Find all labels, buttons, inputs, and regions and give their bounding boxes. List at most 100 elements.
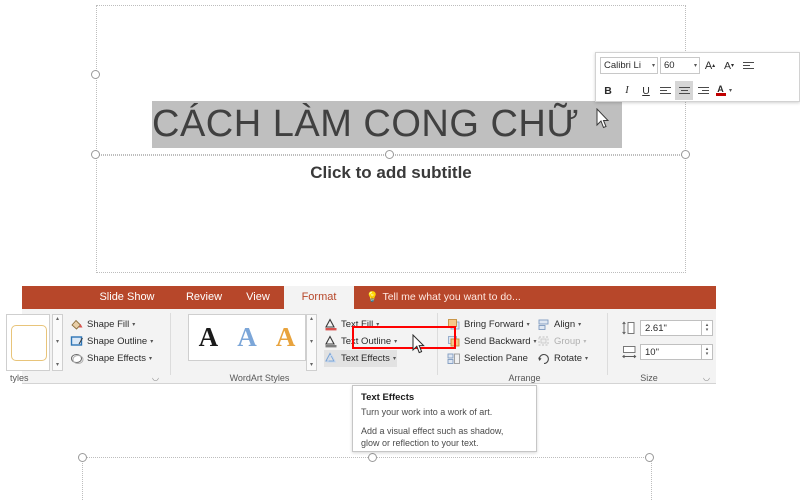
rotate-icon xyxy=(537,352,551,365)
cmd-bring-forward[interactable]: Bring Forward ▾ xyxy=(447,316,537,333)
tooltip-line-3: glow or reflection to your text. xyxy=(361,438,479,448)
shape-width-spinner[interactable]: ▴ ▾ xyxy=(702,343,713,360)
tab-format[interactable]: Format xyxy=(284,286,354,309)
font-name-combobox[interactable]: Calibri Li ▾ xyxy=(600,57,658,74)
lightbulb-icon: 💡 xyxy=(366,292,379,303)
floating-mini-toolbar[interactable]: Calibri Li ▾ 60 ▾ A ▴ A ▾ B I U A ▾ xyxy=(595,52,800,102)
chevron-down-icon[interactable]: ▾ xyxy=(652,63,655,69)
resize-handle-bottom-center[interactable] xyxy=(385,150,394,159)
resize-handle-middle-left[interactable] xyxy=(91,70,100,79)
next-placeholder-handle-right[interactable] xyxy=(645,453,654,462)
shrink-font-button[interactable]: A ▾ xyxy=(720,56,738,75)
slide-title-text[interactable]: CÁCH LÀM CONG CHỮ xyxy=(152,101,622,148)
cmd-label: Send Backward xyxy=(464,336,531,347)
font-color-swatch xyxy=(715,93,726,96)
cmd-label: Align xyxy=(554,319,576,330)
tooltip-line-1: Turn your work into a work of art. xyxy=(361,407,493,417)
wordart-preview-2[interactable]: A xyxy=(228,324,267,351)
group-label-arrange: Arrange xyxy=(508,373,541,383)
align-right-icon xyxy=(697,85,709,96)
chevron-down-icon[interactable]: ▾ xyxy=(527,321,530,328)
ribbon-tab-bar: Slide Show Review View Format 💡 Tell me w… xyxy=(22,286,716,309)
slide-subtitle-prompt[interactable]: Click to add subtitle xyxy=(96,163,686,183)
align-left-button[interactable] xyxy=(656,81,674,100)
shape-width-row: 10" ▴ ▾ xyxy=(622,342,713,361)
chevron-down-icon[interactable]: ▾ xyxy=(149,355,152,362)
font-size-combobox[interactable]: 60 ▾ xyxy=(660,57,700,74)
font-color-label: A xyxy=(717,84,724,94)
text-effects-icon xyxy=(324,352,338,365)
scroll-down-icon[interactable]: ▾ xyxy=(310,338,313,347)
cmd-label: Shape Outline xyxy=(87,336,148,347)
cmd-send-backward[interactable]: Send Backward ▾ xyxy=(447,333,537,350)
italic-button[interactable]: I xyxy=(618,81,636,100)
shape-styles-gallery[interactable] xyxy=(6,314,50,371)
cmd-shape-outline[interactable]: Shape Outline ▾ xyxy=(70,333,153,350)
next-placeholder-handle-center[interactable] xyxy=(368,453,377,462)
cmd-text-effects[interactable]: Text Effects ▾ xyxy=(324,350,398,367)
resize-handle-bottom-right[interactable] xyxy=(681,150,690,159)
lines-icon xyxy=(742,60,754,71)
cmd-shape-effects[interactable]: Shape Effects ▾ xyxy=(70,350,153,367)
text-effects-tooltip: Text Effects Turn your work into a work … xyxy=(352,385,537,452)
font-color-button[interactable]: A xyxy=(713,81,728,100)
shape-styles-dialog-launcher[interactable]: ◡ xyxy=(152,373,159,382)
tab-review[interactable]: Review xyxy=(176,286,232,309)
wordart-gallery-scroll-buttons[interactable]: ▴ ▾ ▾ xyxy=(306,314,317,371)
chevron-down-icon[interactable]: ▾ xyxy=(585,355,588,362)
shape-height-row: 2.61" ▴ ▾ xyxy=(622,318,713,337)
chevron-down-icon[interactable]: ▾ xyxy=(132,321,135,328)
cmd-rotate[interactable]: Rotate ▾ xyxy=(537,350,588,367)
cmd-shape-fill[interactable]: Shape Fill ▾ xyxy=(70,316,153,333)
mini-toolbar-row-1: Calibri Li ▾ 60 ▾ A ▴ A ▾ xyxy=(596,53,799,78)
shape-outline-icon xyxy=(70,335,84,348)
wordart-preview-1[interactable]: A xyxy=(189,324,228,351)
scroll-down-icon[interactable]: ▾ xyxy=(56,338,59,347)
more-styles-icon[interactable]: ▾ xyxy=(56,361,59,370)
spinner-down-icon[interactable]: ▾ xyxy=(706,327,709,333)
wordart-styles-gallery[interactable]: A A A xyxy=(188,314,306,361)
shape-style-thumbnail[interactable] xyxy=(11,325,47,361)
scroll-up-icon[interactable]: ▴ xyxy=(310,315,313,324)
shape-height-input[interactable]: 2.61" xyxy=(640,319,702,336)
align-center-button[interactable] xyxy=(675,81,693,100)
shape-width-icon xyxy=(622,345,637,359)
more-wordart-styles-icon[interactable]: ▾ xyxy=(310,361,313,370)
wordart-preview-3[interactable]: A xyxy=(266,324,305,351)
format-painter-button[interactable] xyxy=(739,56,757,75)
next-placeholder-handle-left[interactable] xyxy=(78,453,87,462)
chevron-down-icon[interactable]: ▾ xyxy=(578,321,581,328)
resize-handle-bottom-left[interactable] xyxy=(91,150,100,159)
font-color-chevron-down-icon[interactable]: ▾ xyxy=(729,88,732,94)
cmd-label: Text Effects xyxy=(341,353,390,364)
next-slide-placeholder[interactable] xyxy=(82,457,652,500)
tell-me-search[interactable]: 💡 Tell me what you want to do... xyxy=(366,286,521,309)
spinner-down-icon[interactable]: ▾ xyxy=(706,351,709,357)
align-left-icon xyxy=(659,85,671,96)
align-objects-icon xyxy=(537,318,551,331)
align-right-button[interactable] xyxy=(694,81,712,100)
cmd-label: Bring Forward xyxy=(464,319,524,330)
font-name-value: Calibri Li xyxy=(604,60,641,71)
cmd-group[interactable]: Group ▾ xyxy=(537,333,588,350)
tab-slide-show[interactable]: Slide Show xyxy=(90,286,164,309)
cmd-align[interactable]: Align ▾ xyxy=(537,316,588,333)
cmd-selection-pane[interactable]: Selection Pane xyxy=(447,350,537,367)
shape-height-spinner[interactable]: ▴ ▾ xyxy=(702,319,713,336)
chevron-down-icon[interactable]: ▾ xyxy=(583,338,586,345)
size-dialog-launcher[interactable]: ◡ xyxy=(703,373,710,382)
group-icon xyxy=(537,335,551,348)
grow-font-button[interactable]: A ▴ xyxy=(701,56,719,75)
chevron-down-icon[interactable]: ▾ xyxy=(150,338,153,345)
group-arrange: Bring Forward ▾ Send Backward ▾ Selectio… xyxy=(437,309,612,384)
bold-label: B xyxy=(604,84,612,97)
group-label-shape-styles: tyles xyxy=(10,373,29,383)
chevron-down-icon[interactable]: ▾ xyxy=(393,355,396,362)
tab-view[interactable]: View xyxy=(234,286,282,309)
shape-width-input[interactable]: 10" xyxy=(640,343,702,360)
bold-button[interactable]: B xyxy=(599,81,617,100)
shape-gallery-scroll-buttons[interactable]: ▴ ▾ ▾ xyxy=(52,314,63,371)
scroll-up-icon[interactable]: ▴ xyxy=(56,315,59,324)
chevron-down-icon[interactable]: ▾ xyxy=(694,63,697,69)
underline-button[interactable]: U xyxy=(637,81,655,100)
